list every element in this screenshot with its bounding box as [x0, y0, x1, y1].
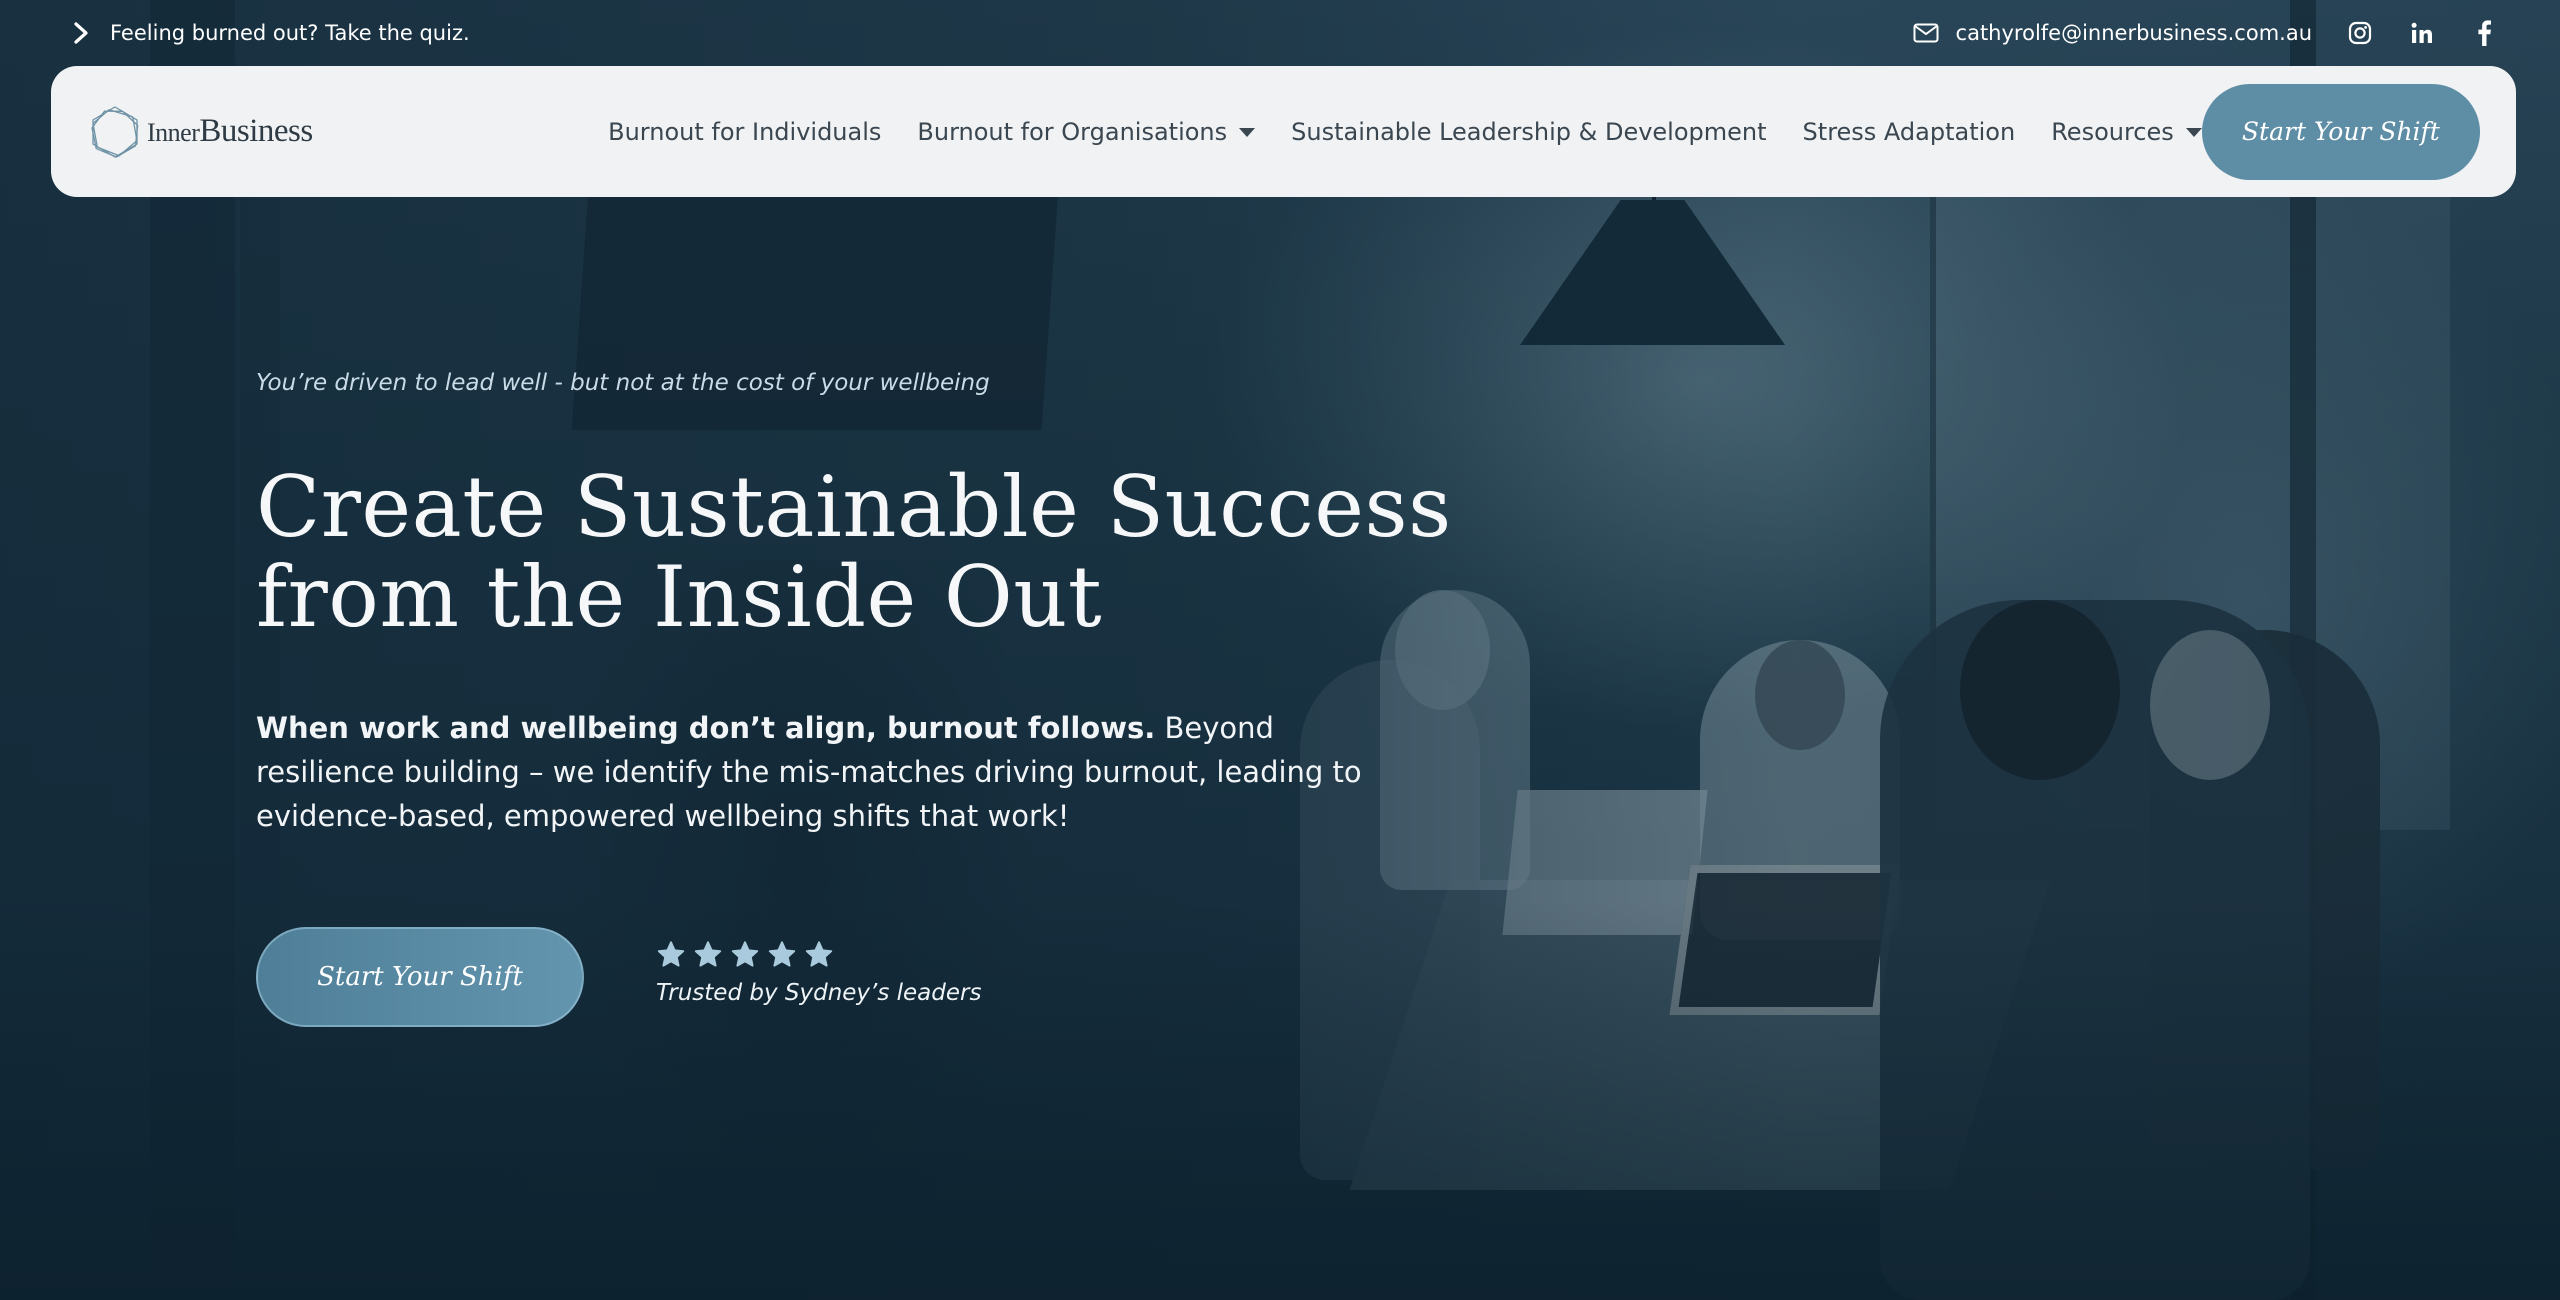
- site-logo[interactable]: Inner Business: [87, 104, 318, 160]
- start-your-shift-hero-button[interactable]: Start Your Shift: [256, 927, 584, 1027]
- hero-lead-bold: When work and wellbeing don’t align, bur…: [256, 711, 1156, 745]
- nav-item-label: Sustainable Leadership & Development: [1291, 117, 1767, 146]
- quiz-link-label: Feeling burned out? Take the quiz.: [110, 21, 470, 45]
- caret-down-icon: [1239, 128, 1256, 137]
- star-icon: [657, 941, 685, 967]
- email-address: cathyrolfe@innerbusiness.com.au: [1955, 21, 2312, 45]
- linkedin-icon[interactable]: [2408, 19, 2436, 47]
- logo-mark-icon: [91, 105, 139, 158]
- quiz-link[interactable]: Feeling burned out? Take the quiz.: [70, 21, 470, 45]
- chevron-right-icon: [70, 22, 92, 44]
- nav-item-burnout-organisations[interactable]: Burnout for Organisations: [917, 117, 1256, 146]
- facebook-icon[interactable]: [2470, 19, 2498, 47]
- envelope-icon: [1912, 19, 1940, 47]
- hero-headline: Create Sustainable Success from the Insi…: [256, 462, 1456, 642]
- top-announcement-bar: Feeling burned out? Take the quiz. cathy…: [0, 0, 2560, 66]
- star-icon: [805, 941, 833, 967]
- nav-item-label: Burnout for Individuals: [608, 117, 882, 146]
- nav-item-burnout-individuals[interactable]: Burnout for Individuals: [608, 118, 881, 146]
- logo-business-text: Business: [199, 113, 313, 149]
- hero-headline-line1: Create Sustainable Success: [256, 458, 1452, 556]
- logo-inner-text: Inner: [147, 118, 200, 147]
- hero-headline-line2: from the Inside Out: [256, 548, 1103, 646]
- contact-social-group: cathyrolfe@innerbusiness.com.au: [1912, 19, 2498, 47]
- instagram-icon[interactable]: [2346, 19, 2374, 47]
- email-link[interactable]: cathyrolfe@innerbusiness.com.au: [1912, 19, 2312, 47]
- hero-lead-paragraph: When work and wellbeing don’t align, bur…: [256, 706, 1406, 838]
- star-rating: [656, 940, 981, 970]
- nav-item-label: Stress Adaptation: [1802, 117, 2016, 146]
- nav-item-stress-adaptation[interactable]: Stress Adaptation: [1803, 118, 2016, 146]
- star-icon: [768, 941, 796, 967]
- nav-item-resources[interactable]: Resources: [2051, 118, 2202, 146]
- hero-eyebrow: You’re driven to lead well - but not at …: [256, 370, 990, 396]
- start-your-shift-nav-button[interactable]: Start Your Shift: [2201, 83, 2480, 180]
- main-navigation-bar: Inner Business Burnout for Individuals Bu…: [51, 66, 2516, 197]
- primary-nav: Burnout for Individuals Burnout for Orga…: [608, 118, 2202, 146]
- nav-item-label: Burnout for Organisations: [917, 117, 1228, 146]
- caret-down-icon: [2185, 128, 2202, 137]
- star-icon: [694, 941, 722, 967]
- nav-item-sustainable-leadership[interactable]: Sustainable Leadership & Development: [1291, 118, 1766, 146]
- nav-item-label: Resources: [2051, 117, 2174, 146]
- trust-text: Trusted by Sydney’s leaders: [656, 980, 982, 1006]
- logo-wordmark: Inner Business: [147, 113, 313, 150]
- trust-rating: Trusted by Sydney’s leaders: [656, 940, 981, 1006]
- star-icon: [731, 941, 759, 967]
